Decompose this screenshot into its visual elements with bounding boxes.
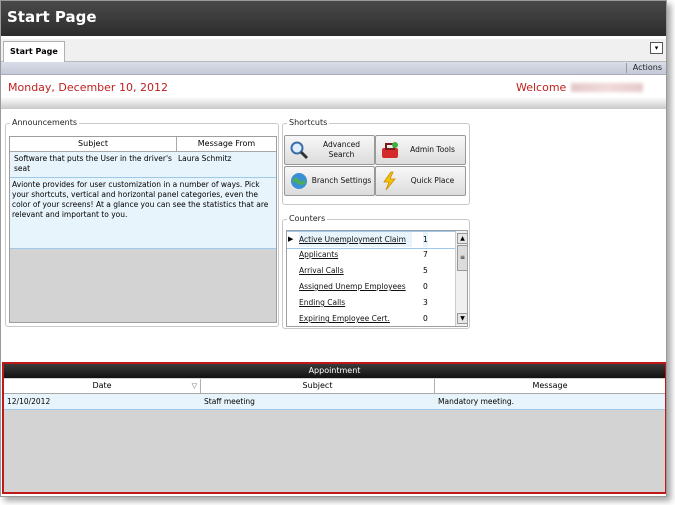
column-header-subject[interactable]: Subject	[201, 379, 435, 393]
counter-value: 0	[423, 314, 428, 323]
list-item[interactable]: Arrival Calls 5	[287, 263, 455, 279]
counter-name[interactable]: Arrival Calls	[299, 263, 412, 278]
tab-dropdown-icon[interactable]: ▾	[650, 42, 663, 54]
column-header-message-from[interactable]: Message From	[177, 137, 276, 151]
branch-settings-label: Branch Settings	[311, 176, 372, 185]
column-header-message[interactable]: Message	[435, 379, 665, 393]
welcome-label: Welcome	[516, 81, 567, 94]
column-header-subject[interactable]: Subject	[10, 137, 177, 151]
row-pointer-icon: ▶	[288, 235, 294, 243]
counter-value: 0	[423, 282, 428, 291]
appointment-header: Date ▽ Subject Message	[4, 379, 665, 394]
announcement-from: Laura Schmitz	[178, 154, 232, 163]
globe-icon	[291, 173, 307, 189]
date-bar: Monday, December 10, 2012 Welcome	[1, 75, 666, 97]
appointment-date: 12/10/2012	[7, 397, 51, 406]
appointment-message: Mandatory meeting.	[438, 397, 515, 406]
counter-name[interactable]: Active Unemployment Claim	[299, 232, 412, 247]
admin-tools-label: Admin Tools	[410, 145, 455, 154]
list-item[interactable]: Expiring Employee Cert. 0	[287, 311, 455, 326]
advanced-search-label: Advanced Search	[322, 140, 361, 159]
counter-value: 3	[423, 298, 428, 307]
counter-name[interactable]: Applicants	[299, 247, 412, 262]
column-header-date[interactable]: Date ▽	[4, 379, 201, 393]
counters-list: ▶ Active Unemployment Claim 1 Applicants…	[286, 230, 468, 327]
counter-name[interactable]: Ending Calls	[299, 295, 412, 310]
actions-menu[interactable]: Actions	[633, 63, 662, 72]
announcement-subject: Software that puts the User in the drive…	[14, 154, 172, 173]
list-item[interactable]: Assigned Unemp Employees 0	[287, 279, 455, 295]
appointment-panel: Appointment Date ▽ Subject Message 12/10…	[2, 362, 666, 494]
shortcuts-legend: Shortcuts	[287, 118, 330, 127]
announcement-body: Avionte provides for user customization …	[10, 178, 276, 249]
magnifier-icon	[290, 141, 309, 160]
branch-settings-button[interactable]: Branch Settings	[284, 166, 375, 196]
scroll-thumb[interactable]: ≡	[457, 245, 467, 271]
tab-strip: Start Page ▾	[1, 39, 666, 62]
redacted-username	[571, 83, 643, 92]
counters-scrollbar[interactable]: ▲ ≡ ▼	[455, 231, 467, 326]
list-item[interactable]: Ending Calls 3	[287, 295, 455, 311]
quick-place-label: Quick Place	[410, 176, 455, 185]
window-title: Start Page	[7, 8, 97, 26]
scroll-down-icon[interactable]: ▼	[457, 313, 467, 324]
table-row[interactable]: Software that puts the User in the drive…	[10, 152, 276, 178]
current-date: Monday, December 10, 2012	[8, 81, 168, 94]
actions-bar: Actions	[1, 62, 666, 75]
counter-value: 1	[423, 232, 428, 247]
start-page-window: Start Page Start Page ▾ Actions Monday, …	[0, 0, 667, 497]
header-divider	[1, 97, 666, 109]
counter-name[interactable]: Expiring Employee Cert.	[299, 311, 412, 326]
lightning-icon	[383, 171, 396, 191]
divider	[626, 63, 627, 73]
tab-start-page[interactable]: Start Page	[3, 41, 65, 62]
appointment-title: Appointment	[4, 364, 665, 378]
admin-tools-button[interactable]: Admin Tools	[375, 135, 466, 165]
announcements-legend: Announcements	[10, 118, 80, 127]
date-header-label: Date	[92, 381, 112, 390]
scroll-up-icon[interactable]: ▲	[457, 233, 467, 244]
title-bar: Start Page	[1, 1, 666, 36]
advanced-search-button[interactable]: Advanced Search	[284, 135, 375, 165]
counter-value: 5	[423, 266, 428, 275]
toolbox-icon	[382, 142, 398, 158]
announcements-grid: Subject Message From Software that puts …	[9, 136, 277, 323]
quick-place-button[interactable]: Quick Place	[375, 166, 466, 196]
filter-icon[interactable]: ▽	[192, 379, 197, 393]
counter-value: 7	[423, 250, 428, 259]
table-row[interactable]: 12/10/2012 Staff meeting Mandatory meeti…	[4, 394, 665, 410]
counter-name[interactable]: Assigned Unemp Employees	[299, 279, 412, 294]
announcements-header: Subject Message From	[10, 137, 276, 152]
counters-legend: Counters	[287, 214, 328, 223]
list-item[interactable]: Applicants 7	[287, 247, 455, 263]
appointment-subject: Staff meeting	[204, 397, 255, 406]
